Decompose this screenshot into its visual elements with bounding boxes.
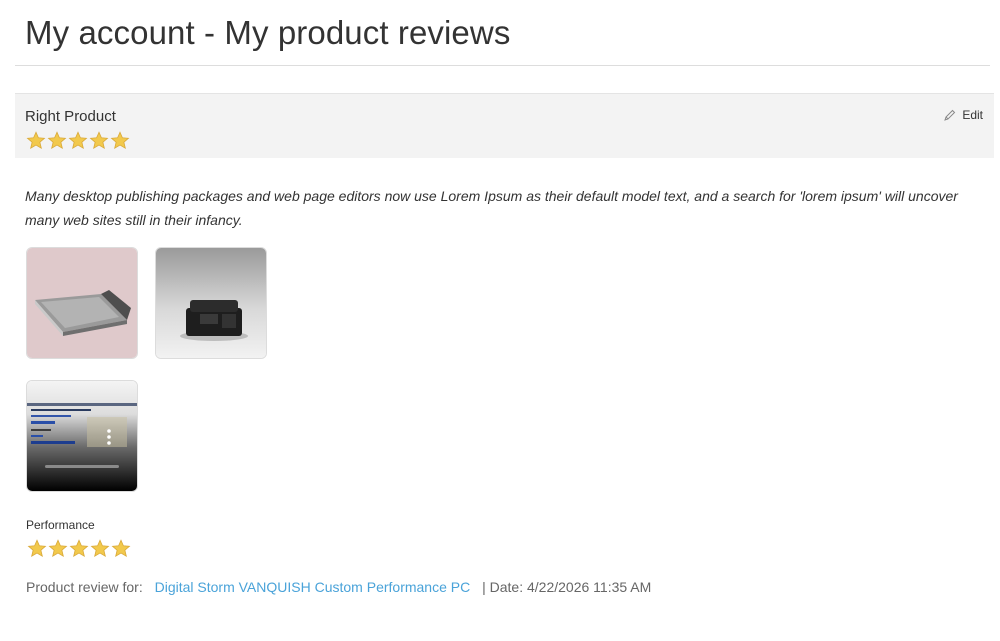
- star-icon: [48, 539, 68, 558]
- review-footer: Product review for: Digital Storm VANQUI…: [26, 579, 651, 595]
- edit-label: Edit: [962, 108, 983, 122]
- star-icon: [89, 131, 109, 150]
- review-text: Many desktop publishing packages and web…: [25, 188, 958, 228]
- star-icon: [26, 131, 46, 150]
- review-video-thumbnail[interactable]: [26, 380, 138, 492]
- star-icon: [68, 131, 88, 150]
- edit-review-button[interactable]: Edit: [944, 108, 983, 122]
- review-date: | Date: 4/22/2026 11:35 AM: [482, 579, 652, 595]
- star-icon: [69, 539, 89, 558]
- pencil-icon: [944, 109, 956, 121]
- star-icon: [27, 539, 47, 558]
- review-image-laptop[interactable]: [26, 247, 138, 359]
- star-icon: [110, 131, 130, 150]
- title-divider: [15, 65, 990, 66]
- product-review-for-label: Product review for:: [26, 579, 143, 595]
- review-header: Right Product Edit: [15, 93, 994, 158]
- review-image-camera-bag[interactable]: [155, 247, 267, 359]
- product-link[interactable]: Digital Storm VANQUISH Custom Performanc…: [155, 579, 471, 595]
- review-title: Right Product: [25, 108, 116, 125]
- performance-label: Performance: [26, 518, 95, 532]
- star-icon: [47, 131, 67, 150]
- page-title: My account - My product reviews: [25, 14, 511, 51]
- star-icon: [111, 539, 131, 558]
- star-icon: [90, 539, 110, 558]
- review-rating-stars: [26, 131, 130, 150]
- performance-rating-stars: [27, 539, 131, 558]
